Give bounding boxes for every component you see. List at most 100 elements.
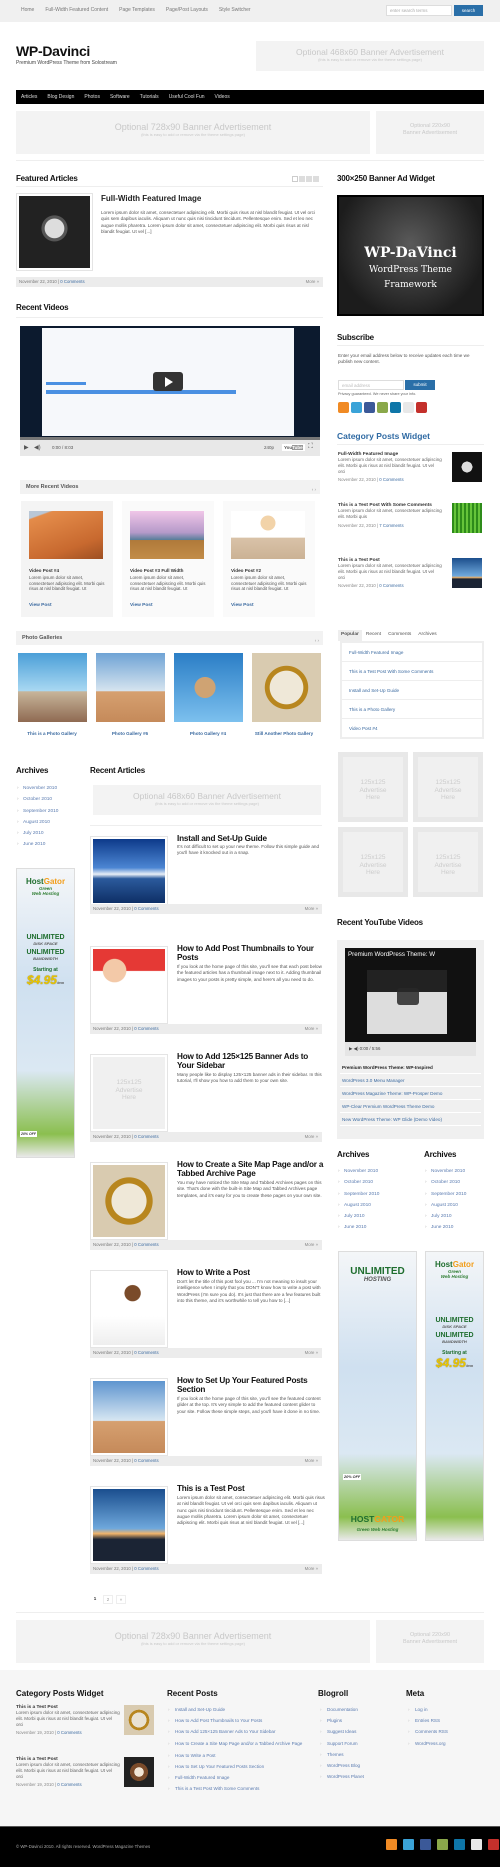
more-link[interactable]: More » bbox=[305, 1348, 318, 1358]
tab-archives[interactable]: Archives bbox=[415, 630, 439, 641]
facebook-icon[interactable] bbox=[420, 1839, 431, 1850]
recent-post-link[interactable]: Full-Width Featured Image bbox=[168, 1772, 316, 1783]
archive-link[interactable]: September 2010 bbox=[338, 1189, 413, 1201]
blogroll-link[interactable]: Themes bbox=[320, 1749, 364, 1760]
blogroll-link[interactable]: Plugins bbox=[320, 1715, 364, 1726]
more-link[interactable]: More » bbox=[306, 277, 319, 287]
more-link[interactable]: More » bbox=[305, 1132, 318, 1142]
comments-link[interactable]: 0 Comments bbox=[134, 1350, 158, 1355]
carousel-arrows[interactable]: ‹ › bbox=[312, 483, 316, 497]
catpost-thumbnail[interactable] bbox=[124, 1757, 154, 1787]
post-thumbnail[interactable] bbox=[90, 1162, 168, 1240]
nav-tutorials[interactable]: Tutorials bbox=[140, 94, 159, 100]
meta-link[interactable]: Entries RSS bbox=[408, 1715, 448, 1726]
comments-link[interactable]: 0 Comments bbox=[134, 906, 158, 911]
video-item[interactable]: Video Post #2 Lorem ipsum dolor sit amet… bbox=[223, 501, 315, 617]
archive-link[interactable]: July 2010 bbox=[425, 1211, 500, 1223]
play-icon[interactable] bbox=[397, 988, 419, 1005]
facebook-icon[interactable] bbox=[364, 402, 375, 413]
video-item[interactable]: Video Post #4 Lorem ipsum dolor sit amet… bbox=[21, 501, 113, 617]
archive-link[interactable]: August 2010 bbox=[425, 1200, 500, 1212]
blogroll-link[interactable]: WordPress Planet bbox=[320, 1771, 364, 1782]
archive-link[interactable]: November 2010 bbox=[425, 1166, 500, 1178]
banner-300x250[interactable]: WP-DaVinci WordPress Theme Framework bbox=[337, 195, 484, 316]
play-control-icon[interactable]: ▶ bbox=[24, 444, 29, 451]
popular-item[interactable]: This is a Test Post With Some Comments bbox=[342, 662, 482, 681]
nav-useful-cool-fun[interactable]: Useful Cool Fun bbox=[169, 94, 205, 100]
post-title[interactable]: How to Create a Site Map Page and/or a T… bbox=[177, 1160, 327, 1178]
recent-post-link[interactable]: How to Create a Site Map Page and/or a T… bbox=[168, 1738, 316, 1750]
email-field[interactable]: email address bbox=[338, 380, 404, 390]
recent-post-link[interactable]: How to Write a Post bbox=[168, 1750, 316, 1761]
youtube-icon[interactable] bbox=[416, 402, 427, 413]
more-link[interactable]: More » bbox=[305, 1456, 318, 1466]
archive-link[interactable]: September 2010 bbox=[425, 1189, 500, 1201]
post-thumbnail[interactable] bbox=[90, 1378, 168, 1456]
comments-link[interactable]: 0 Comments bbox=[134, 1566, 158, 1571]
pager-dot[interactable] bbox=[306, 176, 312, 182]
linkedin-icon[interactable] bbox=[390, 402, 401, 413]
fullscreen-icon[interactable]: ⛶ bbox=[308, 443, 313, 451]
archive-link[interactable]: August 2010 bbox=[338, 1200, 413, 1212]
archive-link[interactable]: October 2010 bbox=[338, 1177, 413, 1189]
popular-item[interactable]: Full-Width Featured Image bbox=[342, 643, 482, 662]
post-title[interactable]: How to Add Post Thumbnails to Your Posts bbox=[177, 944, 327, 962]
ad-125[interactable]: 125x125 Advertise Here bbox=[338, 827, 408, 897]
youtube-player[interactable]: Premium WordPress Theme: W ▶ ◀) 0:00 / 5… bbox=[345, 948, 476, 1056]
archive-link[interactable]: November 2010 bbox=[17, 783, 92, 795]
top-nav-style-switcher[interactable]: Style Switcher bbox=[219, 7, 251, 13]
delicious-icon[interactable] bbox=[377, 402, 388, 413]
more-link[interactable]: More » bbox=[305, 1564, 318, 1574]
popular-item[interactable]: Install and Set-Up Guide bbox=[342, 681, 482, 700]
post-thumbnail[interactable]: 125x125 Advertise Here bbox=[90, 1054, 168, 1132]
recent-post-link[interactable]: Install and Set-Up Guide bbox=[168, 1704, 316, 1715]
comments-link[interactable]: 0 Comments bbox=[134, 1242, 158, 1247]
archive-link[interactable]: October 2010 bbox=[425, 1177, 500, 1189]
comments-link[interactable]: 0 Comments bbox=[379, 477, 403, 482]
more-link[interactable]: More » bbox=[305, 1024, 318, 1034]
hostgator-ad-skyscraper[interactable]: HostGator Green Web Hosting UNLIMITED DI… bbox=[425, 1251, 484, 1541]
ad-728[interactable]: Optional 728x90 Banner Advertisement (th… bbox=[16, 111, 370, 154]
catpost-thumbnail[interactable] bbox=[124, 1705, 154, 1735]
archive-link[interactable]: July 2010 bbox=[17, 828, 92, 840]
nav-software[interactable]: Software bbox=[110, 94, 130, 100]
youtube-item[interactable]: WordPress 3.0 Menu Manager bbox=[340, 1074, 481, 1087]
nav-articles[interactable]: Articles bbox=[21, 94, 37, 100]
flickr-icon[interactable] bbox=[471, 1839, 482, 1850]
tab-popular[interactable]: Popular bbox=[338, 630, 362, 641]
video-title[interactable]: Video Post #2 bbox=[231, 568, 261, 573]
blogroll-link[interactable]: Suggest Ideas bbox=[320, 1726, 364, 1737]
gallery-caption[interactable]: Still Another Photo Gallery bbox=[249, 731, 319, 737]
post-thumbnail[interactable] bbox=[90, 1486, 168, 1564]
search-input[interactable]: enter search terms bbox=[386, 5, 452, 16]
ad-125[interactable]: 125x125 Advertise Here bbox=[413, 752, 483, 822]
meta-link[interactable]: Log in bbox=[408, 1704, 448, 1715]
archive-link[interactable]: October 2010 bbox=[17, 794, 92, 806]
rss-icon[interactable] bbox=[386, 1839, 397, 1850]
youtube-item[interactable]: New WordPress Theme: WP Glide (Demo Vide… bbox=[340, 1113, 481, 1126]
hostgator-ad-tall[interactable]: UNLIMITED HOSTING 20% OFF HOSTGATOR Gree… bbox=[338, 1251, 417, 1541]
catpost-thumbnail[interactable] bbox=[452, 452, 482, 482]
youtube-item[interactable]: Premium WordPress Theme: WP-Inspired bbox=[340, 1061, 481, 1074]
page-1[interactable]: 1 bbox=[90, 1595, 100, 1604]
ad-125[interactable]: 125x125 Advertise Here bbox=[338, 752, 408, 822]
play-icon[interactable] bbox=[153, 372, 183, 391]
video-thumbnail[interactable] bbox=[231, 511, 305, 559]
submit-button[interactable]: submit bbox=[405, 380, 435, 390]
video-thumbnail[interactable] bbox=[130, 511, 204, 559]
recent-post-link[interactable]: How to Add Post Thumbnails to Your Posts bbox=[168, 1715, 316, 1726]
archive-link[interactable]: September 2010 bbox=[17, 806, 92, 818]
post-thumbnail[interactable] bbox=[90, 946, 168, 1024]
post-title[interactable]: How to Add 125×125 Banner Ads to Your Si… bbox=[177, 1052, 327, 1070]
tab-recent[interactable]: Recent bbox=[363, 630, 384, 641]
recent-post-link[interactable]: How to Add 125×125 Banner Ads to Your Si… bbox=[168, 1726, 316, 1737]
video-title[interactable]: Video Post #4 bbox=[29, 568, 59, 573]
post-title[interactable]: How to Set Up Your Featured Posts Sectio… bbox=[177, 1376, 327, 1394]
carousel-arrows[interactable]: ‹ › bbox=[315, 634, 319, 648]
top-nav-page-templates[interactable]: Page Templates bbox=[119, 7, 155, 13]
comments-link[interactable]: 0 Comments bbox=[134, 1026, 158, 1031]
delicious-icon[interactable] bbox=[437, 1839, 448, 1850]
rss-icon[interactable] bbox=[338, 402, 349, 413]
archive-link[interactable]: July 2010 bbox=[338, 1211, 413, 1223]
top-nav-home[interactable]: Home bbox=[21, 7, 34, 13]
